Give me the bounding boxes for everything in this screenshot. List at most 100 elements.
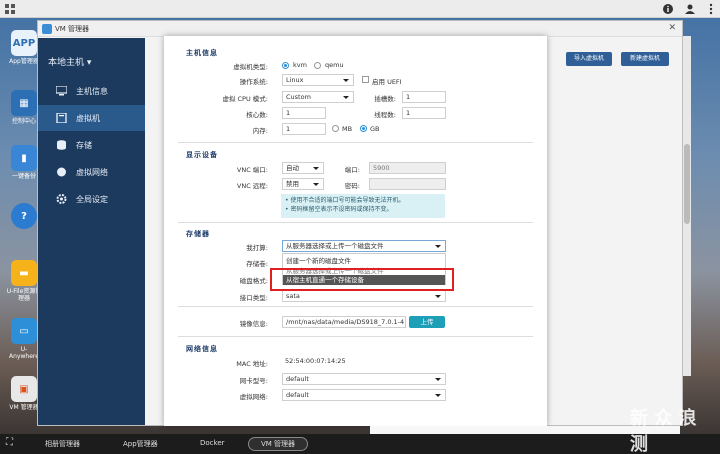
storage-action-select[interactable]: 从服务器选择或上传一个磁盘文件: [282, 240, 446, 252]
display-tips: • 使用不合适的端口号可能会导致无法开机。 • 密码框留空表示不设密码或保持不变…: [281, 194, 445, 218]
vnet-label: 虚拟网络:: [239, 393, 268, 401]
vm-type-label: 虚拟机类型:: [233, 63, 268, 71]
window-title: VM 管理器: [55, 25, 90, 33]
divider: [178, 336, 533, 337]
disk-format-label: 磁盘格式:: [239, 277, 268, 285]
close-icon[interactable]: ✕: [668, 23, 676, 33]
vm-type-qemu-label: qemu: [325, 61, 344, 69]
threads-input[interactable]: 1: [402, 107, 446, 119]
nic-select[interactable]: default: [282, 373, 446, 385]
system-top-bar: [0, 0, 720, 18]
vm-type-qemu-radio[interactable]: [314, 62, 321, 69]
port-label: 端口:: [344, 166, 360, 174]
sidebar-item-vm[interactable]: 虚拟机: [38, 105, 145, 131]
taskbar-item[interactable]: 相册管理器: [45, 439, 80, 449]
memory-unit-gb-radio[interactable]: [360, 125, 367, 132]
vm-logo-icon: [42, 24, 52, 34]
uefi-checkbox[interactable]: [362, 76, 369, 83]
section-title-storage: 存储器: [186, 230, 210, 238]
sidebar-item-label: 虚拟机: [76, 114, 100, 123]
network-icon: [57, 167, 66, 177]
divider: [178, 222, 533, 223]
uefi-label: 启用 UEFI: [372, 78, 402, 86]
section-title-network: 网络信息: [186, 345, 218, 353]
vnet-select[interactable]: default: [282, 389, 446, 401]
more-icon[interactable]: [705, 3, 717, 15]
taskbar-item[interactable]: App管理器: [123, 439, 158, 449]
port-input[interactable]: 5900: [369, 162, 446, 174]
backup-icon: ▮: [11, 145, 37, 171]
control-center-icon: ▦: [11, 90, 37, 116]
taskbar-item[interactable]: Docker: [200, 439, 225, 447]
upload-button[interactable]: 上传: [409, 316, 445, 328]
sidebar-item-label: 虚拟网络: [76, 168, 108, 177]
settings-icon: [56, 194, 67, 204]
tip-line: • 密码框留空表示不设密码或保持不变。: [285, 206, 393, 213]
memory-input[interactable]: 1: [282, 123, 326, 135]
vm-list-icon: [56, 113, 67, 123]
anywhere-icon: ▭: [11, 318, 37, 344]
sidebar-item-network[interactable]: 虚拟网络: [38, 159, 145, 185]
sidebar-item-label: 存储: [76, 141, 92, 150]
memory-label: 内存:: [252, 127, 268, 135]
help-icon: ?: [11, 203, 37, 229]
create-vm-button[interactable]: 新建虚拟机: [621, 52, 669, 66]
mac-value: 52:54:00:07:14:25: [282, 356, 446, 368]
vnc-remote-select[interactable]: 禁用: [282, 178, 324, 190]
image-label: 镜像信息:: [239, 320, 268, 328]
image-path-input[interactable]: /mnt/nas/data/media/DS918_7.0.1-4: [282, 316, 406, 328]
storage-icon: [57, 140, 66, 150]
vnc-remote-label: VNC 远程:: [236, 182, 268, 190]
section-title-display: 显示设备: [186, 151, 218, 159]
password-input[interactable]: [369, 178, 446, 190]
sockets-input[interactable]: 1: [402, 91, 446, 103]
vnc-port-select[interactable]: 自动: [282, 162, 324, 174]
cores-input[interactable]: 1: [282, 107, 326, 119]
dropdown-option-new-disk[interactable]: 创建一个新的磁盘文件: [286, 255, 351, 265]
watermark: 新 众 浪 测: [630, 408, 697, 454]
host-selector[interactable]: 本地主机 ▾: [48, 55, 91, 68]
divider: [178, 306, 533, 307]
scrollbar[interactable]: [683, 36, 691, 376]
grid-icon[interactable]: [5, 4, 15, 14]
memory-unit-mb-label: MB: [342, 125, 353, 133]
start-icon[interactable]: ⛶: [6, 437, 13, 448]
memory-unit-mb-radio[interactable]: [332, 125, 339, 132]
highlight-box: [270, 268, 454, 291]
sidebar-item-settings[interactable]: 全局设定: [38, 186, 145, 212]
host-label: 本地主机: [48, 58, 85, 68]
memory-unit-gb-label: GB: [370, 125, 380, 133]
storage-action-label: 我打算:: [246, 244, 268, 252]
scrollbar-thumb[interactable]: [684, 144, 690, 224]
threads-label: 线程数:: [374, 111, 396, 119]
sidebar-item-host-info[interactable]: 主机信息: [38, 78, 145, 104]
cores-label: 核心数:: [246, 111, 268, 119]
info-icon[interactable]: [662, 3, 674, 15]
vnc-port-label: VNC 端口:: [236, 166, 268, 174]
os-select[interactable]: Linux: [282, 74, 354, 86]
taskbar: ⛶ 相册管理器 App管理器 Docker VM 管理器: [0, 434, 720, 454]
divider: [178, 142, 533, 143]
vm-type-kvm-radio[interactable]: [282, 62, 289, 69]
interface-select[interactable]: sata: [282, 290, 446, 302]
user-icon[interactable]: [684, 3, 696, 15]
sockets-label: 插槽数:: [374, 95, 396, 103]
interface-label: 接口类型:: [239, 294, 268, 302]
os-label: 操作系统:: [239, 78, 268, 86]
vm-icon: ▣: [11, 376, 37, 402]
sidebar-item-label: 主机信息: [76, 87, 108, 96]
password-label: 密码:: [344, 182, 360, 190]
taskbar-item-active[interactable]: VM 管理器: [248, 437, 309, 451]
cpu-mode-label: 虚拟 CPU 模式:: [222, 95, 268, 103]
cpu-mode-select[interactable]: Custom: [282, 91, 354, 103]
mac-label: MAC 地址:: [236, 360, 268, 368]
sidebar-item-label: 全局设定: [76, 195, 108, 204]
file-manager-icon: ▬: [11, 260, 37, 286]
section-title-host: 主机信息: [186, 49, 218, 57]
sidebar-item-storage[interactable]: 存储: [38, 132, 145, 158]
vm-config-dialog: 主机信息 虚拟机类型: kvm qemu 操作系统: Linux 启用 UEFI…: [164, 36, 547, 426]
import-vm-button[interactable]: 导入虚拟机: [566, 52, 612, 66]
window-title-bar[interactable]: VM 管理器 ✕: [38, 21, 682, 37]
nic-label: 网卡型号:: [239, 377, 268, 385]
sidebar: 本地主机 ▾ 主机信息 虚拟机 存储 虚拟网络 全局设定: [38, 38, 145, 425]
